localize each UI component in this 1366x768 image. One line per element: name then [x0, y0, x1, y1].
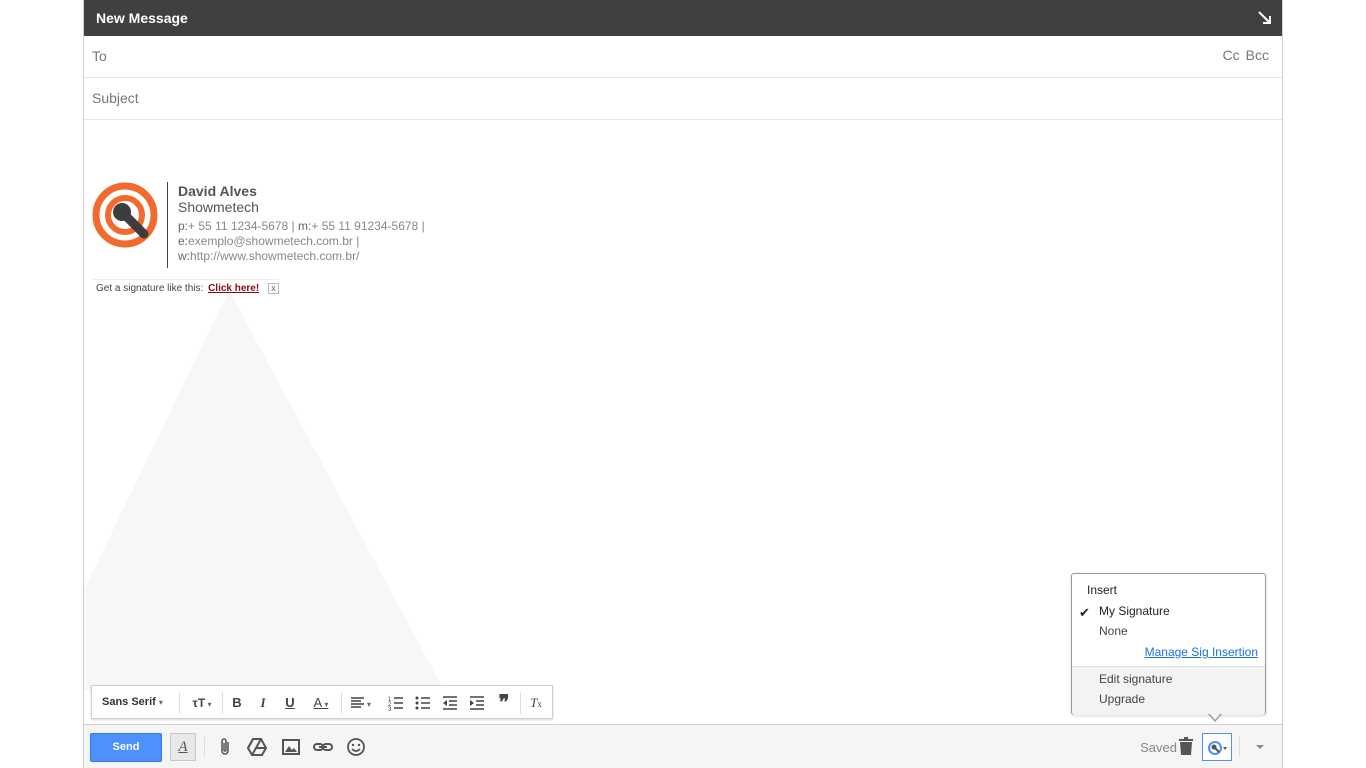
manage-sig-insertion-link[interactable]: Manage Sig Insertion: [1145, 645, 1258, 659]
promo-link[interactable]: Click here!: [208, 283, 259, 294]
send-button[interactable]: Send: [90, 733, 162, 762]
cc-bcc-links: Cc Bcc: [1217, 47, 1269, 63]
checkmark-icon: ✔: [1079, 605, 1090, 620]
formatting-toolbar: Sans Serif ▾ τT ▾ B I U A ▾ ▾ 123 ❞ Tx: [91, 685, 553, 719]
minimize-arrow-icon[interactable]: [1256, 9, 1274, 27]
underline-icon[interactable]: U: [280, 693, 300, 713]
trash-icon[interactable]: [1174, 735, 1198, 759]
menu-insert-header: Insert: [1087, 583, 1118, 597]
toolbar-divider: [222, 692, 223, 714]
menu-pointer-fill: [1209, 713, 1221, 720]
link-icon[interactable]: [311, 735, 335, 759]
compose-title: New Message: [96, 10, 188, 26]
menu-item-none[interactable]: None: [1099, 624, 1128, 638]
bulleted-list-icon[interactable]: [413, 693, 433, 713]
signature-divider: [167, 182, 168, 268]
bottom-divider: [1239, 737, 1240, 757]
formatting-icon: A: [178, 739, 188, 755]
compose-window: New Message To Cc Bcc Subject David Alves…: [83, 0, 1283, 768]
formatting-options-button[interactable]: A: [170, 733, 196, 761]
compose-titlebar[interactable]: New Message: [84, 0, 1282, 36]
toolbar-divider: [179, 692, 180, 714]
attach-icon[interactable]: [213, 735, 237, 759]
promo-text: Get a signature like this:: [96, 283, 204, 294]
to-label: To: [92, 48, 107, 64]
menu-item-my-signature[interactable]: My Signature: [1099, 604, 1170, 618]
signature-icon: [1208, 741, 1227, 755]
saved-status: Saved: [1140, 740, 1177, 755]
signature-name: David Alves: [178, 183, 257, 199]
font-family-select[interactable]: Sans Serif ▾: [102, 696, 163, 708]
more-options-icon[interactable]: [1248, 735, 1272, 759]
svg-text:3: 3: [388, 707, 392, 713]
numbered-list-icon[interactable]: 123: [386, 693, 406, 713]
cc-link[interactable]: Cc: [1223, 47, 1240, 63]
signature-company: Showmetech: [178, 199, 259, 215]
indent-less-icon[interactable]: [440, 693, 460, 713]
signature-button[interactable]: [1202, 733, 1232, 761]
align-caret-icon[interactable]: ▾: [364, 693, 374, 713]
toolbar-divider: [341, 692, 342, 714]
menu-item-edit-signature[interactable]: Edit signature: [1099, 672, 1172, 686]
signature-dropdown-menu: Insert ✔ My Signature None Manage Sig In…: [1071, 573, 1266, 722]
bold-icon[interactable]: B: [227, 693, 247, 713]
drive-icon[interactable]: [245, 735, 269, 759]
quote-icon[interactable]: ❞: [494, 693, 514, 713]
bcc-link[interactable]: Bcc: [1246, 47, 1269, 63]
watermark-shape: [84, 290, 444, 690]
compose-bottom-bar: Send A Saved: [84, 724, 1282, 768]
remove-formatting-icon[interactable]: Tx: [526, 693, 546, 713]
photo-icon[interactable]: [279, 735, 303, 759]
text-size-icon[interactable]: τT ▾: [187, 693, 217, 713]
email-signature[interactable]: David Alves Showmetech p:+ 55 11 1234-56…: [92, 182, 692, 270]
subject-placeholder: Subject: [92, 90, 139, 106]
to-field[interactable]: To Cc Bcc: [84, 36, 1282, 78]
emoji-icon[interactable]: [344, 735, 368, 759]
showmetech-logo-icon: [92, 182, 158, 248]
bottom-divider: [204, 737, 205, 757]
signature-phone-line: p:+ 55 11 1234-5678 | m:+ 55 11 91234-56…: [178, 219, 425, 233]
menu-item-upgrade[interactable]: Upgrade: [1099, 692, 1145, 706]
signature-web-line: w:http://www.showmetech.com.br/: [178, 249, 360, 263]
subject-field[interactable]: Subject: [84, 78, 1282, 120]
indent-more-icon[interactable]: [467, 693, 487, 713]
signature-promo: Get a signature like this: Click here! x: [92, 279, 279, 297]
promo-close-icon[interactable]: x: [267, 282, 279, 294]
toolbar-divider: [520, 692, 521, 714]
text-color-icon[interactable]: A ▾: [306, 693, 336, 713]
italic-icon[interactable]: I: [253, 693, 273, 713]
signature-email-line: e:exemplo@showmetech.com.br |: [178, 234, 360, 248]
